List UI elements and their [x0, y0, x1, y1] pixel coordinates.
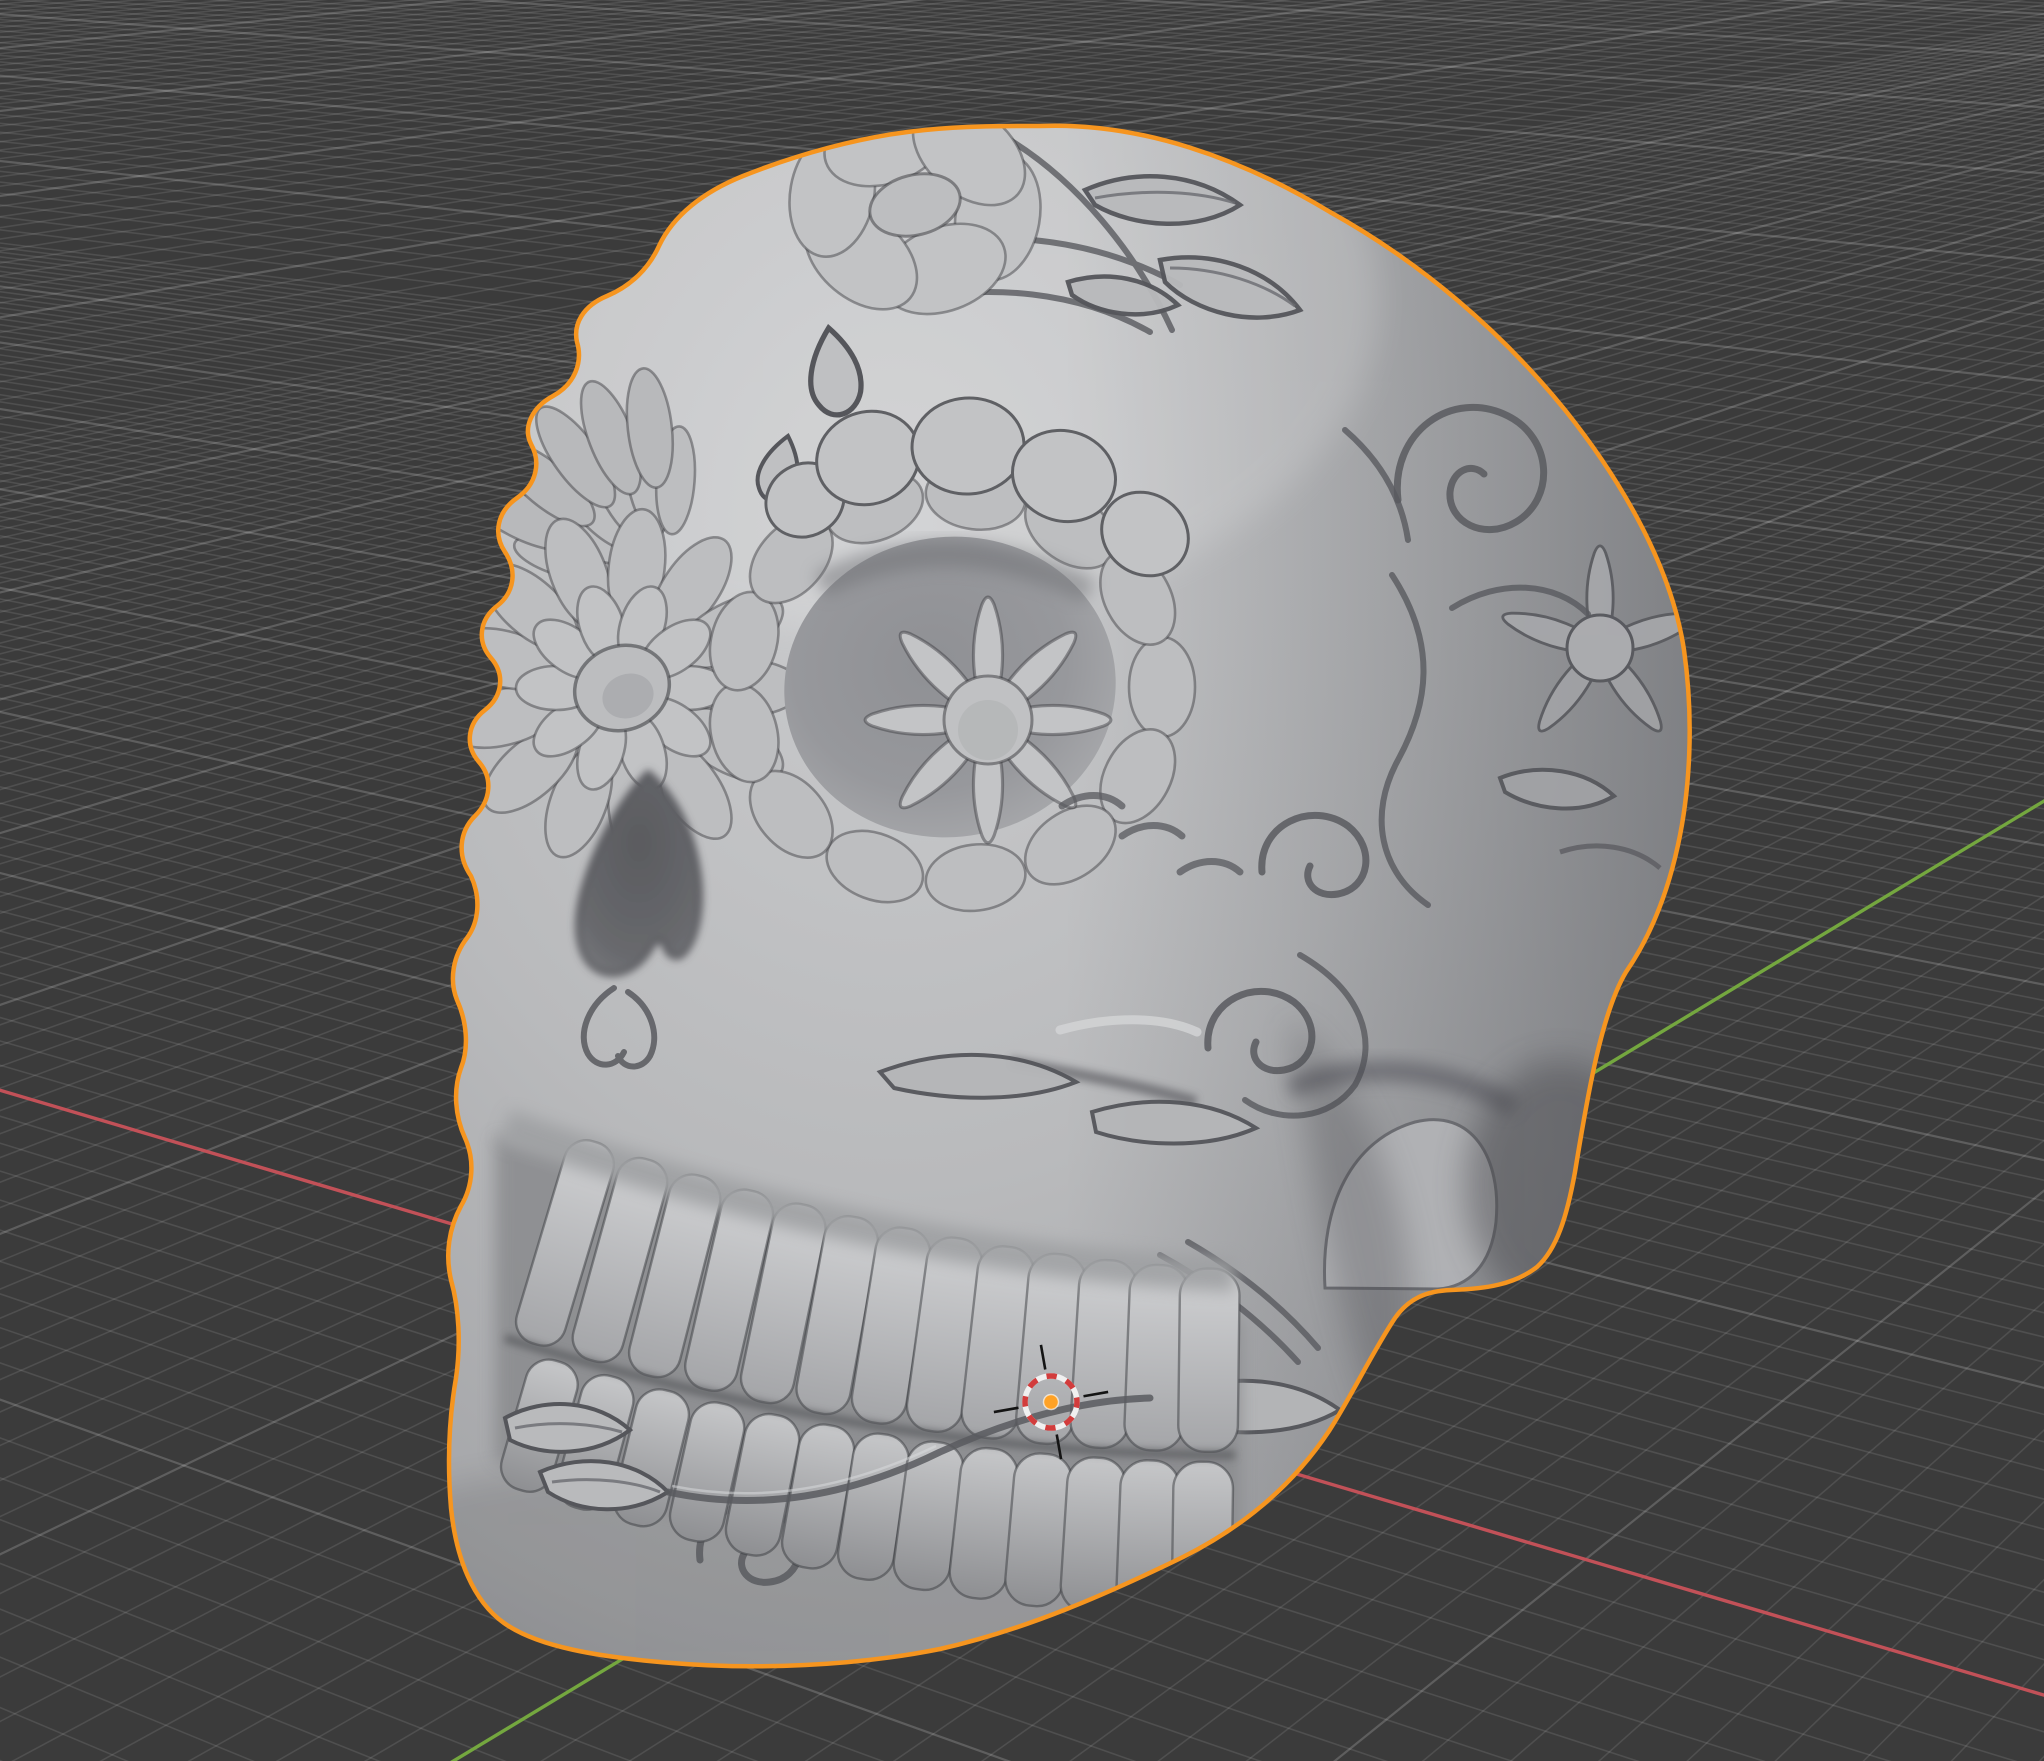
blender-3d-viewport[interactable] [0, 0, 2044, 1761]
3d-cursor [0, 0, 2044, 1761]
